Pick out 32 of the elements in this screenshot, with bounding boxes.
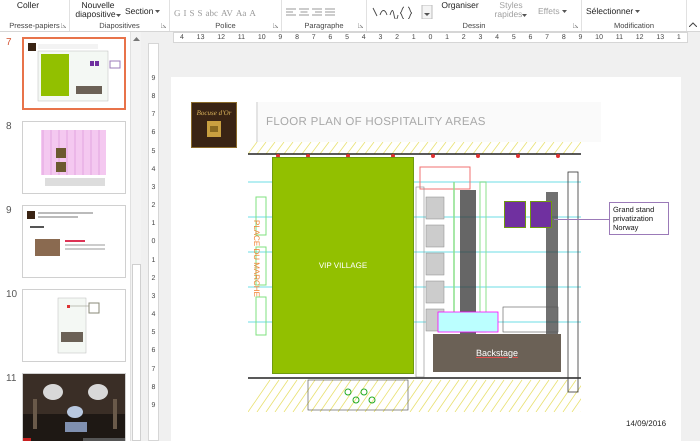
slide-number: 7 [6, 37, 13, 50]
scrollbar-thumb[interactable] [132, 264, 140, 441]
dialog-launcher-icon[interactable] [161, 23, 166, 28]
align-icon[interactable] [325, 8, 335, 16]
ribbon-button[interactable]: Nouvelle diapositive [74, 1, 122, 19]
dialog-launcher-icon[interactable] [273, 23, 278, 28]
backstage-area: Backstage [433, 334, 561, 372]
leader-line [554, 219, 609, 220]
slide-date: 14/09/2016 [626, 419, 666, 428]
booth [504, 201, 526, 228]
slide-number: 11 [6, 373, 18, 386]
slide-number: 9 [6, 205, 13, 218]
align-icon[interactable] [286, 8, 296, 16]
vip-village-area: VIP VILLAGE [272, 157, 414, 374]
dialog-launcher-icon[interactable] [358, 23, 363, 28]
slide-title: FLOOR PLAN OF HOSPITALITY AREAS [266, 116, 486, 128]
dialog-launcher-icon[interactable] [573, 23, 578, 28]
ribbon-button[interactable]: Sélectionner [586, 7, 640, 16]
slide-number: 8 [6, 121, 13, 134]
collapse-ribbon-icon[interactable] [689, 22, 697, 27]
ribbon-button[interactable]: Coller [4, 1, 52, 10]
slide-number: 10 [6, 289, 18, 302]
booth [530, 201, 552, 228]
ribbon-button[interactable]: Organiser [436, 1, 484, 10]
dialog-launcher-icon[interactable] [61, 23, 66, 28]
street-label: PLACE DU MARCHE [252, 220, 261, 297]
logo-emblem-icon [207, 121, 221, 137]
scroll-up-icon[interactable] [132, 35, 140, 42]
ribbon-button[interactable]: Section [125, 7, 160, 16]
align-icon[interactable] [299, 8, 309, 16]
align-icon[interactable] [312, 8, 322, 16]
shapes-gallery-icon[interactable] [371, 5, 433, 19]
